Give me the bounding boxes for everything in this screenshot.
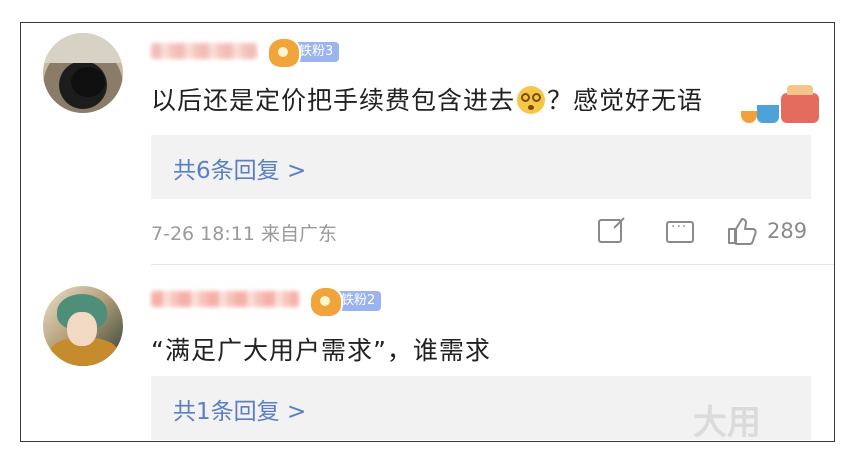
dizzy-face-emoji-icon (517, 86, 546, 114)
username-blurred[interactable] (151, 43, 257, 59)
avatar[interactable] (43, 286, 123, 366)
comment-text: “满足广大用户需求”，谁需求 (151, 336, 491, 365)
card-decoration-icon (741, 85, 821, 133)
fan-level-icon (309, 286, 343, 318)
comment-text: 以后还是定价把手续费包含进去 ？感觉好无语 (151, 86, 704, 115)
comment-icon[interactable] (666, 219, 694, 243)
view-replies-link[interactable]: 共6条回复 > (173, 151, 306, 185)
reply-box[interactable]: 共6条回复 > (151, 135, 811, 199)
comment-meta: 7-26 18:11 来自广东 (151, 223, 337, 245)
fan-badge[interactable]: 铁粉3 (267, 37, 340, 69)
thumbs-up-icon[interactable] (727, 217, 757, 245)
fan-level-icon (267, 37, 301, 69)
like-count: 289 (767, 219, 808, 243)
comment-list: 铁粉3 以后还是定价把手续费包含进去 ？感觉好无语 共6条回复 > 7-26 18… (20, 22, 835, 442)
divider (151, 264, 834, 265)
avatar[interactable] (43, 33, 123, 113)
watermark: 大用 (693, 403, 761, 442)
fan-badge[interactable]: 铁粉2 (309, 286, 382, 318)
view-replies-link[interactable]: 共1条回复 > (173, 392, 306, 426)
username-blurred[interactable] (151, 291, 299, 307)
share-icon[interactable] (598, 219, 622, 243)
